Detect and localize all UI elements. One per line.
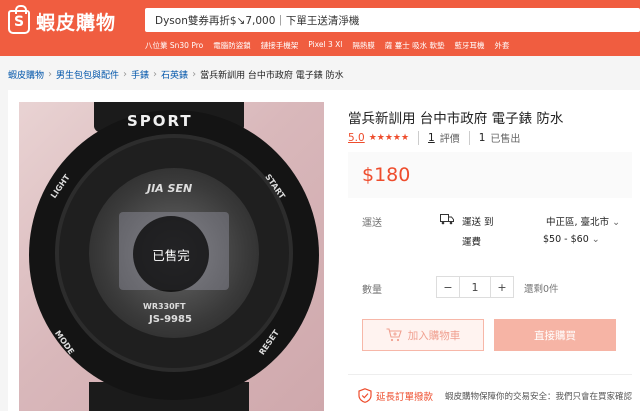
divider <box>418 130 420 145</box>
quantity-label: 數量 <box>362 285 382 296</box>
hot-keyword[interactable]: 八位業 Sn30 Pro <box>145 40 203 51</box>
add-to-cart-button[interactable]: 加入購物車 <box>362 319 484 351</box>
product-title: 當兵新訓用 台中市政府 電子錶 防水 <box>348 111 564 127</box>
buy-now-button[interactable]: 直接購買 <box>494 319 616 351</box>
breadcrumb-separator: › <box>48 69 53 80</box>
location-value: 中正區, 臺北市 <box>546 217 610 228</box>
hot-keyword[interactable]: 外套 <box>495 40 510 51</box>
hot-keyword[interactable]: Pixel 3 Xl <box>308 40 342 51</box>
shield-check-icon <box>358 388 372 403</box>
divider <box>468 130 470 145</box>
search-input[interactable]: Dyson雙券再折$↘7,000｜下單王送清淨機 <box>145 8 640 32</box>
breadcrumb-current: 當兵新訓用 台中市政府 電子錶 防水 <box>200 71 344 81</box>
guarantee-row[interactable]: 延長訂單撥款 蝦皮購物保障你的交易安全：我們只會在買家確認 <box>358 388 632 403</box>
hot-keyword[interactable]: 薩 蔓士 吸水 軟墊 <box>385 40 445 51</box>
product-stats: 5.0 ★★★★★ 1 評價 1 已售出 <box>348 130 520 145</box>
breadcrumb-separator: › <box>153 69 158 80</box>
chevron-down-icon: ⌄ <box>591 234 600 245</box>
watch-label-model: JS-9985 <box>149 314 192 325</box>
watch-label-wr: WR330FT <box>143 302 186 311</box>
add-to-cart-label: 加入購物車 <box>407 329 461 342</box>
hot-keyword[interactable]: 電腦防盜鎖 <box>213 40 251 51</box>
hot-keyword[interactable]: 鏈接手機架 <box>261 40 299 51</box>
decrease-button[interactable]: − <box>437 277 459 297</box>
review-label: 評價 <box>439 134 460 145</box>
increase-button[interactable]: + <box>491 277 513 297</box>
search-placeholder: Dyson雙券再折$↘7,000｜下單王送清淨機 <box>155 15 360 27</box>
sold-count: 1 <box>478 131 486 144</box>
watch-label-brand: JIA SEN <box>147 182 193 195</box>
breadcrumb-item[interactable]: 蝦皮購物 <box>8 68 44 81</box>
shopee-logo[interactable]: S 蝦皮購物 <box>8 4 117 35</box>
sold-out-badge: 已售完 <box>133 216 209 292</box>
star-rating-icon: ★★★★★ <box>368 132 410 143</box>
breadcrumb-item[interactable]: 男生包包與配件 <box>56 68 119 81</box>
chevron-down-icon: ⌄ <box>612 217 621 228</box>
stock-remaining: 還剩0件 <box>524 284 559 295</box>
guarantee-description: 蝦皮購物保障你的交易安全：我們只會在買家確認 <box>445 391 633 402</box>
shipping-label: 運送 <box>362 218 382 229</box>
shipping-fee-label: 運費 <box>462 237 482 248</box>
breadcrumb-item[interactable]: 石英錶 <box>161 68 188 81</box>
breadcrumb-separator: › <box>192 69 197 80</box>
breadcrumb-item[interactable]: 手錶 <box>131 68 149 81</box>
quantity-stepper: − 1 + <box>436 276 514 298</box>
product-image[interactable]: SPORT JIA SEN LIGHT START MODE RESET WR3… <box>19 102 324 411</box>
product-price: $180 <box>362 164 411 186</box>
section-divider <box>348 374 632 375</box>
shopping-bag-icon: S <box>8 4 30 34</box>
price-section: $180 <box>348 152 632 198</box>
location-select[interactable]: 中正區, 臺北市 ⌄ <box>546 214 620 228</box>
cart-plus-icon <box>386 328 402 342</box>
breadcrumb-separator: › <box>123 69 128 80</box>
shipping-fee-dropdown[interactable]: $50 - $60 ⌄ <box>543 234 600 245</box>
hot-keywords: 八位業 Sn30 Pro 電腦防盜鎖 鏈接手機架 Pixel 3 Xl 隔熱膜 … <box>145 40 520 51</box>
hot-keyword[interactable]: 隔熱膜 <box>352 40 375 51</box>
review-count[interactable]: 1 <box>428 132 435 144</box>
top-header: S 蝦皮購物 Dyson雙券再折$↘7,000｜下單王送清淨機 八位業 Sn30… <box>0 0 640 56</box>
shipping-fee-value: $50 - $60 <box>543 234 589 245</box>
hot-keyword[interactable]: 藍牙耳機 <box>455 40 485 51</box>
ship-to-label: 運送 到 <box>462 217 494 228</box>
truck-icon <box>440 214 454 225</box>
guarantee-title: 延長訂單撥款 <box>376 391 434 403</box>
watch-label-sport: SPORT <box>127 112 193 130</box>
logo-text: 蝦皮購物 <box>36 12 117 34</box>
breadcrumb: 蝦皮購物 › 男生包包與配件 › 手錶 › 石英錶 › 當兵新訓用 台中市政府 … <box>8 68 344 81</box>
sold-label: 已售出 <box>490 134 521 145</box>
rating-value[interactable]: 5.0 <box>348 132 365 144</box>
quantity-input[interactable]: 1 <box>459 277 491 297</box>
